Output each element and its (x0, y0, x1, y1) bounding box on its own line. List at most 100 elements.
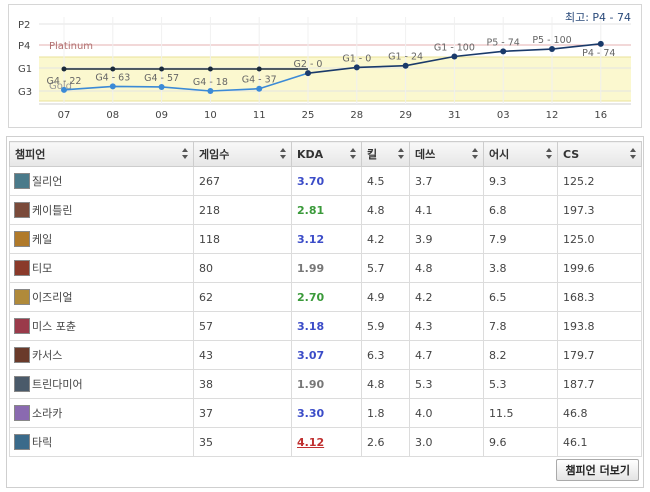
cell-deaths: 3.7 (409, 166, 484, 196)
cell-assists: 9.3 (483, 166, 558, 196)
header-kills[interactable]: 킬 (361, 141, 410, 167)
champion-portrait-icon (14, 347, 30, 363)
table-row[interactable]: 카서스 43 3.07 6.3 4.7 8.2 179.7 (9, 340, 642, 370)
cell-champion[interactable]: 케일 (9, 224, 194, 254)
cell-deaths: 4.8 (409, 253, 484, 283)
rank-point (353, 64, 360, 71)
point-label: G1 - 0 (342, 53, 371, 64)
cell-champion[interactable]: 이즈리얼 (9, 282, 194, 312)
cell-champion[interactable]: 미스 포츈 (9, 311, 194, 341)
best-rank-label: 최고: P4 - 74 (565, 11, 631, 24)
kda-value: 3.18 (297, 319, 325, 333)
tier-axis-label: P4 (18, 41, 30, 52)
header-assists[interactable]: 어시 (483, 141, 558, 167)
cell-games: 35 (193, 427, 292, 457)
cell-kda: 4.12 (291, 427, 362, 457)
tier-axis-label: G1 (18, 64, 32, 75)
table-row[interactable]: 트린다미어 38 1.90 4.8 5.3 5.3 187.7 (9, 369, 642, 399)
cell-cs: 46.1 (557, 427, 642, 457)
cell-kills: 4.5 (361, 166, 410, 196)
x-axis-tick-label: 11 (253, 110, 266, 121)
kda-value: 1.90 (297, 377, 325, 391)
table-row[interactable]: 타릭 35 4.12 2.6 3.0 9.6 46.1 (9, 427, 642, 457)
reference-marker (61, 66, 67, 72)
cell-games: 43 (193, 340, 292, 370)
cell-champion[interactable]: 트린다미어 (9, 369, 194, 399)
cell-kills: 4.2 (361, 224, 410, 254)
cell-champion[interactable]: 타릭 (9, 427, 194, 457)
champion-name: 질리언 (32, 175, 63, 188)
cell-deaths: 4.7 (409, 340, 484, 370)
point-label: G1 - 100 (434, 43, 475, 54)
cell-champion[interactable]: 소라카 (9, 398, 194, 428)
champion-portrait-icon (14, 376, 30, 392)
rank-point (158, 83, 165, 90)
cell-cs: 125.2 (557, 166, 642, 196)
cell-deaths: 3.0 (409, 427, 484, 457)
cell-champion[interactable]: 케이틀린 (9, 195, 194, 225)
header-champion[interactable]: 챔피언 (9, 141, 194, 167)
x-axis-tick-label: 29 (399, 110, 412, 121)
point-label: P4 - 74 (582, 48, 615, 59)
table-header-row: 챔피언 게임수 KDA 킬 데쓰 어시 CS (9, 141, 642, 167)
table-row[interactable]: 케이틀린 218 2.81 4.8 4.1 6.8 197.3 (9, 195, 642, 225)
header-deaths[interactable]: 데쓰 (409, 141, 484, 167)
cell-games: 38 (193, 369, 292, 399)
reference-marker (207, 66, 213, 72)
cell-champion[interactable]: 질리언 (9, 166, 194, 196)
cell-deaths: 4.1 (409, 195, 484, 225)
table-row[interactable]: 티모 80 1.99 5.7 4.8 3.8 199.6 (9, 253, 642, 283)
table-row[interactable]: 이즈리얼 62 2.70 4.9 4.2 6.5 168.3 (9, 282, 642, 312)
kda-value: 4.12 (297, 435, 325, 449)
cell-cs: 168.3 (557, 282, 642, 312)
champion-portrait-icon (14, 434, 30, 450)
x-axis-tick-label: 28 (350, 110, 363, 121)
rank-point (549, 46, 555, 53)
x-axis-tick-label: 03 (497, 110, 510, 121)
cell-champion[interactable]: 카서스 (9, 340, 194, 370)
reference-marker (159, 66, 165, 72)
cell-kills: 1.8 (361, 398, 410, 428)
header-kda[interactable]: KDA (291, 141, 362, 167)
cell-kda: 3.30 (291, 398, 362, 428)
cell-assists: 5.3 (483, 369, 558, 399)
kda-value: 3.07 (297, 348, 325, 362)
cell-assists: 11.5 (483, 398, 558, 428)
cell-kills: 5.7 (361, 253, 410, 283)
champion-portrait-icon (14, 260, 30, 276)
champion-name: 티모 (32, 262, 53, 275)
cell-kills: 2.6 (361, 427, 410, 457)
cell-deaths: 5.3 (409, 369, 484, 399)
champion-portrait-icon (14, 318, 30, 334)
kda-value: 1.99 (297, 261, 325, 275)
sort-arrows-icon (546, 148, 552, 160)
cell-games: 118 (193, 224, 292, 254)
cell-kda: 2.81 (291, 195, 362, 225)
rank-point (256, 85, 263, 92)
champion-portrait-icon (14, 405, 30, 421)
point-label: G1 - 24 (388, 52, 423, 63)
cell-cs: 125.0 (557, 224, 642, 254)
cell-cs: 197.3 (557, 195, 642, 225)
cell-champion[interactable]: 티모 (9, 253, 194, 283)
x-axis-tick-label: 08 (106, 110, 119, 121)
champion-stats-table: 챔피언 게임수 KDA 킬 데쓰 어시 CS 질리언 267 3.70 4.5 3.7 9… (9, 141, 642, 457)
point-label: P5 - 74 (487, 37, 520, 48)
table-row[interactable]: 케일 118 3.12 4.2 3.9 7.9 125.0 (9, 224, 642, 254)
sort-arrows-icon (280, 148, 286, 160)
x-axis-tick-label: 09 (155, 110, 168, 121)
rank-history-graph: P2 P4 G1 G3 Platinum Gold 최고: P4 - 74 G4 - 22 G4… (8, 4, 642, 128)
cell-assists: 6.5 (483, 282, 558, 312)
more-champions-button[interactable]: 챔피언 더보기 (556, 459, 639, 481)
header-games[interactable]: 게임수 (193, 141, 292, 167)
header-cs[interactable]: CS (557, 141, 642, 167)
reference-marker (110, 66, 116, 72)
table-row[interactable]: 소라카 37 3.30 1.8 4.0 11.5 46.8 (9, 398, 642, 428)
table-row[interactable]: 미스 포츈 57 3.18 5.9 4.3 7.8 193.8 (9, 311, 642, 341)
x-axis-tick-label: 07 (58, 110, 71, 121)
champion-name: 타릭 (32, 436, 53, 449)
cell-kda: 3.07 (291, 340, 362, 370)
table-row[interactable]: 질리언 267 3.70 4.5 3.7 9.3 125.2 (9, 166, 642, 196)
sort-arrows-icon (350, 148, 356, 160)
champion-name: 케이틀린 (32, 204, 73, 217)
